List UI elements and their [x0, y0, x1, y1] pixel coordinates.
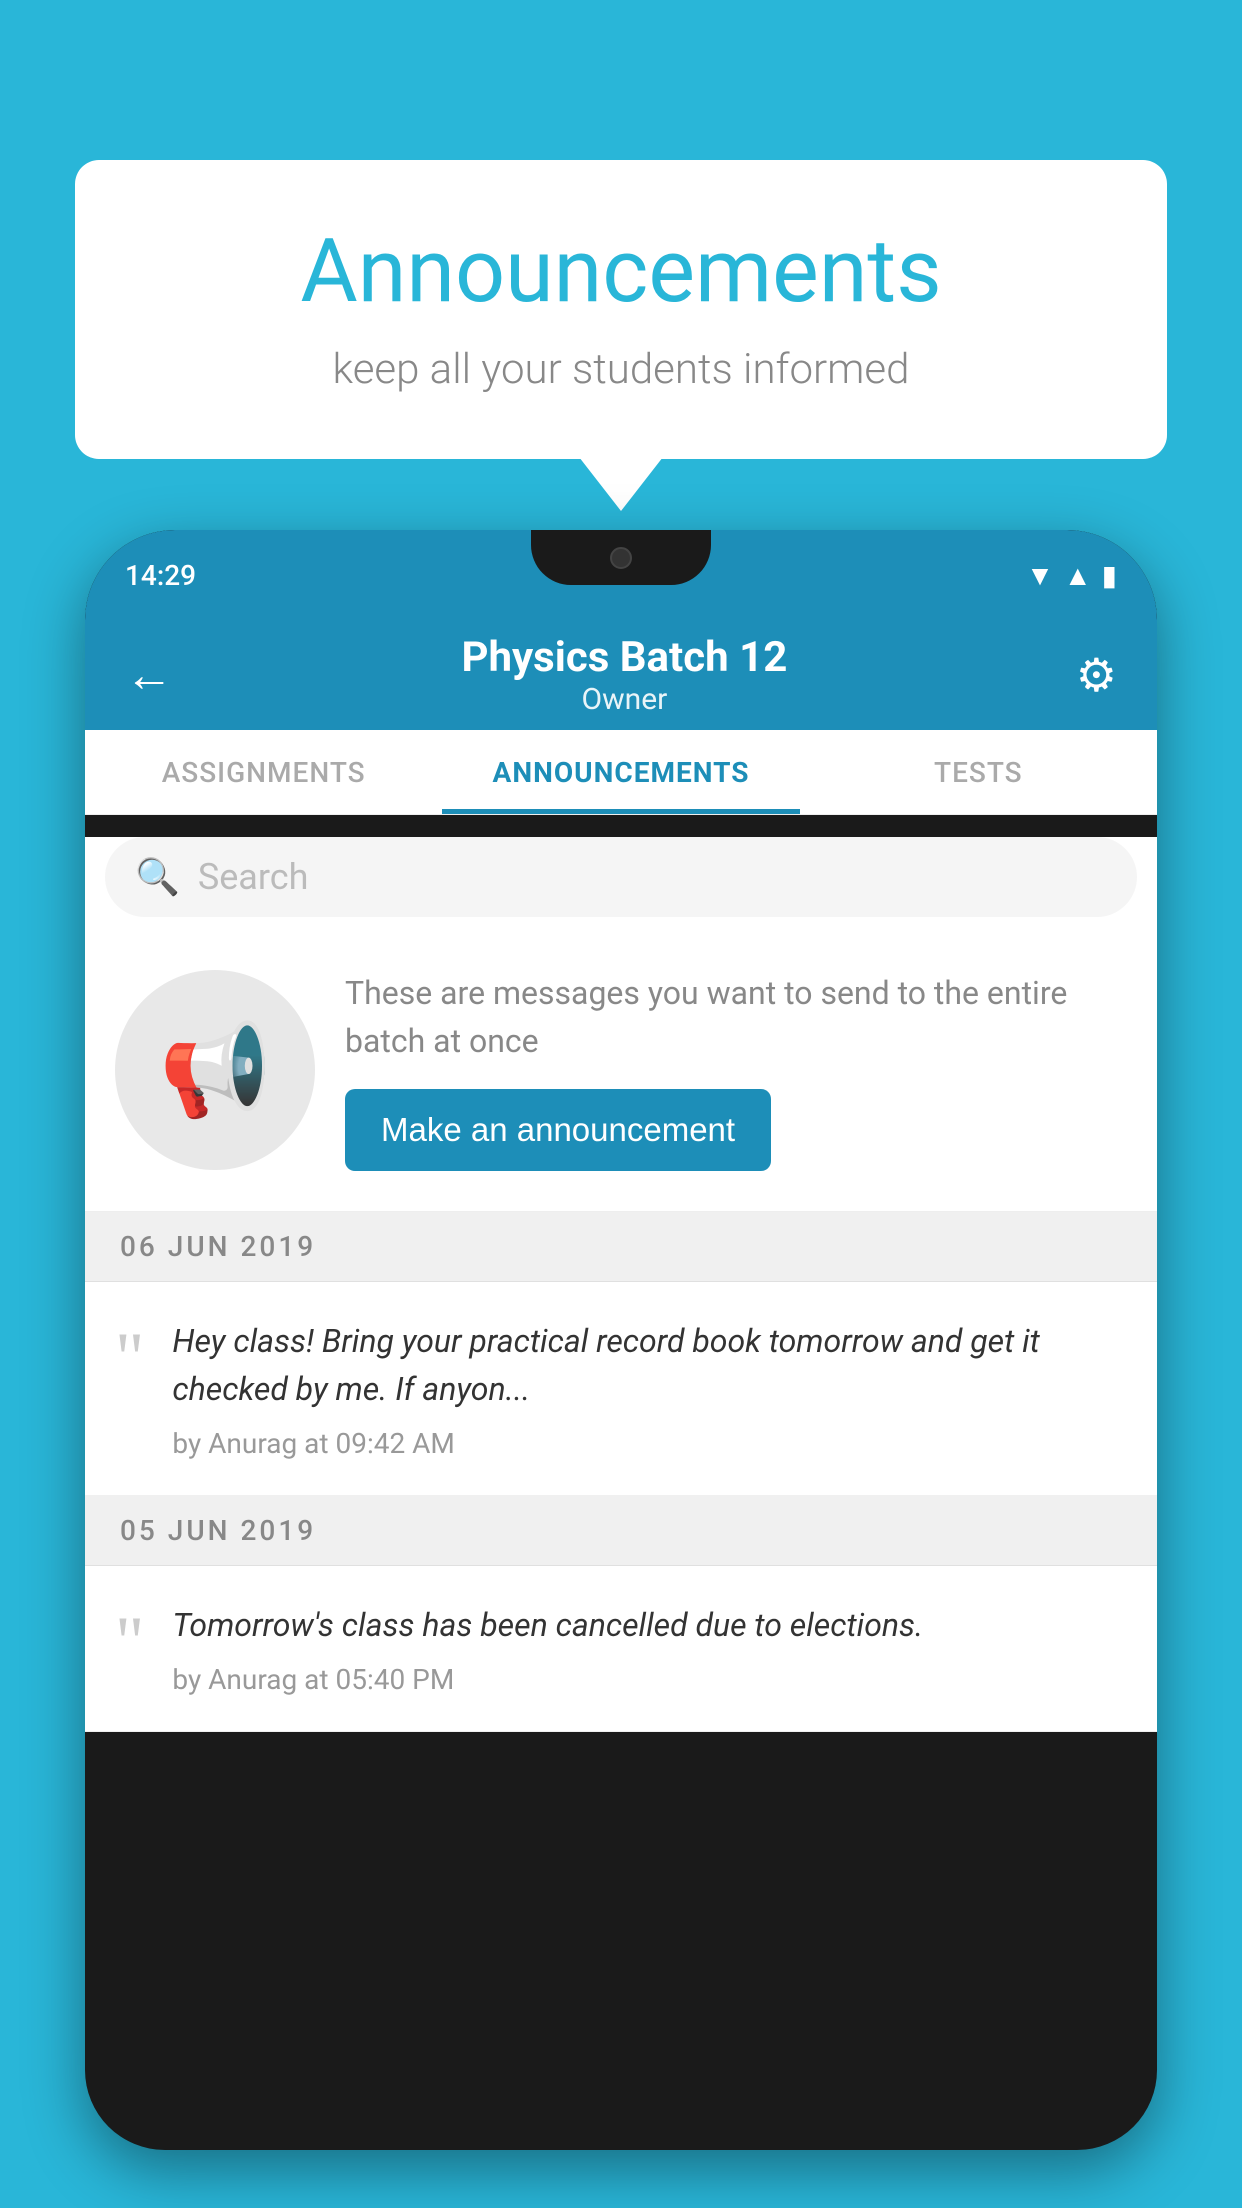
announcement-item-2[interactable]: " Tomorrow's class has been cancelled du… [85, 1566, 1157, 1732]
announcement-message-1: Hey class! Bring your practical record b… [172, 1317, 1127, 1413]
announcement-author-2: by Anurag at 05:40 PM [172, 1663, 1127, 1696]
batch-title: Physics Batch 12 [461, 633, 787, 682]
make-announcement-button[interactable]: Make an announcement [345, 1089, 771, 1171]
speech-bubble-subtitle: keep all your students informed [155, 345, 1087, 394]
date-divider-1: 06 JUN 2019 [85, 1212, 1157, 1282]
app-header: ← Physics Batch 12 Owner ⚙ [85, 620, 1157, 730]
search-icon: 🔍 [135, 856, 180, 898]
phone-container: 14:29 ▼ ▲ ▮ ← Physics Batch 12 Owner ⚙ [85, 530, 1157, 2208]
speech-bubble-container: Announcements keep all your students inf… [75, 160, 1167, 459]
phone-screen: 🔍 Search 📢 These are messages you want t… [85, 837, 1157, 1732]
quote-icon-2: " [115, 1606, 144, 1696]
wifi-icon: ▼ [1026, 559, 1054, 592]
tab-tests[interactable]: TESTS [800, 730, 1157, 814]
promo-text-area: These are messages you want to send to t… [345, 969, 1127, 1171]
promo-section: 📢 These are messages you want to send to… [85, 939, 1157, 1212]
phone-inner: 14:29 ▼ ▲ ▮ ← Physics Batch 12 Owner ⚙ [85, 530, 1157, 2150]
settings-icon[interactable]: ⚙ [1076, 648, 1117, 703]
tab-assignments[interactable]: ASSIGNMENTS [85, 730, 442, 814]
search-bar[interactable]: 🔍 Search [105, 837, 1137, 917]
announcement-message-2: Tomorrow's class has been cancelled due … [172, 1601, 1127, 1649]
status-icons: ▼ ▲ ▮ [1026, 559, 1117, 592]
role-label: Owner [461, 682, 787, 717]
date-divider-2: 05 JUN 2019 [85, 1496, 1157, 1566]
tab-bar: ASSIGNMENTS ANNOUNCEMENTS TESTS [85, 730, 1157, 815]
status-bar: 14:29 ▼ ▲ ▮ [85, 530, 1157, 620]
announcement-text-2: Tomorrow's class has been cancelled due … [172, 1601, 1127, 1696]
phone-frame: 14:29 ▼ ▲ ▮ ← Physics Batch 12 Owner ⚙ [85, 530, 1157, 2150]
header-center: Physics Batch 12 Owner [461, 633, 787, 717]
promo-description: These are messages you want to send to t… [345, 969, 1127, 1065]
search-placeholder: Search [198, 856, 309, 898]
speech-bubble-title: Announcements [155, 220, 1087, 323]
megaphone-icon: 📢 [159, 1018, 271, 1123]
status-time: 14:29 [125, 559, 196, 592]
battery-icon: ▮ [1102, 559, 1117, 592]
megaphone-circle: 📢 [115, 970, 315, 1170]
back-button[interactable]: ← [125, 651, 173, 699]
announcement-author-1: by Anurag at 09:42 AM [172, 1427, 1127, 1460]
quote-icon-1: " [115, 1322, 144, 1460]
camera [610, 547, 632, 569]
notch [531, 530, 711, 585]
announcement-text-1: Hey class! Bring your practical record b… [172, 1317, 1127, 1460]
announcement-item-1[interactable]: " Hey class! Bring your practical record… [85, 1282, 1157, 1496]
signal-icon: ▲ [1064, 559, 1092, 592]
tab-announcements[interactable]: ANNOUNCEMENTS [442, 730, 799, 814]
speech-bubble: Announcements keep all your students inf… [75, 160, 1167, 459]
